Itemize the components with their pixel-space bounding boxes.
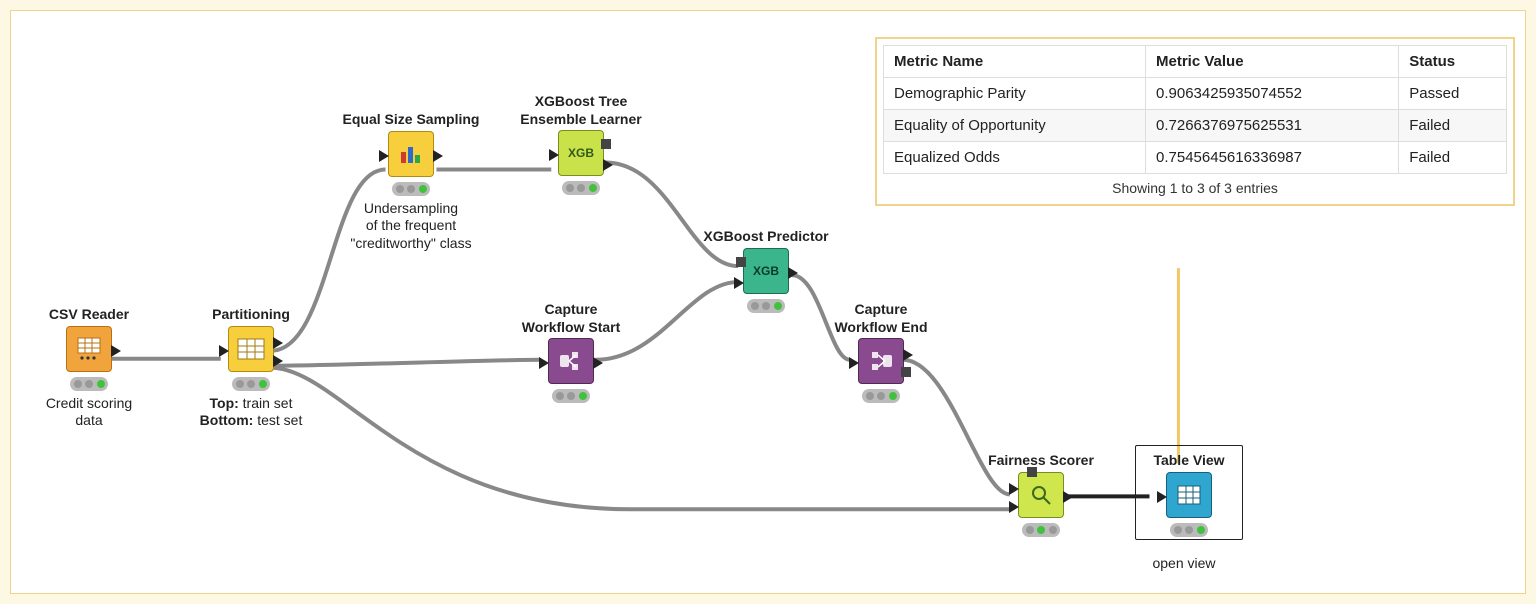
table-row: Equality of Opportunity0.726637697562553… [884, 110, 1507, 142]
table-view-icon [1166, 472, 1212, 518]
xgb-learner-icon: XGB [558, 130, 604, 176]
col-header: Metric Value [1146, 46, 1399, 78]
node-title: XGBoost TreeEnsemble Learner [501, 93, 661, 128]
status-lights [862, 389, 900, 403]
capture-end-icon [858, 338, 904, 384]
status-lights [747, 299, 785, 313]
node-title: Fairness Scorer [971, 452, 1111, 470]
node-partitioning[interactable]: Partitioning Top: train setBottom: test … [181, 306, 321, 430]
csv-reader-icon [66, 326, 112, 372]
partitioning-icon [228, 326, 274, 372]
node-title: Partitioning [181, 306, 321, 324]
col-header: Status [1399, 46, 1507, 78]
sampling-icon [388, 131, 434, 177]
results-popover: Metric Name Metric Value Status Demograp… [875, 37, 1515, 206]
table-row: Equalized Odds0.7545645616336987Failed [884, 142, 1507, 174]
node-subtitle: Undersamplingof the frequent"creditworth… [321, 200, 501, 253]
status-lights [70, 377, 108, 391]
results-table: Metric Name Metric Value Status Demograp… [883, 45, 1507, 174]
node-title: CSV Reader [29, 306, 149, 324]
node-table-view[interactable]: Table View [1144, 452, 1234, 537]
node-capture-end[interactable]: CaptureWorkflow End [811, 301, 951, 405]
capture-start-icon [548, 338, 594, 384]
fairness-scorer-icon [1018, 472, 1064, 518]
status-lights [1170, 523, 1208, 537]
node-subtitle: Top: train setBottom: test set [181, 395, 321, 430]
status-lights [392, 182, 430, 196]
xgb-predictor-icon: XGB [743, 248, 789, 294]
status-lights [232, 377, 270, 391]
node-title: Table View [1144, 452, 1234, 470]
node-xgboost-learner[interactable]: XGBoost TreeEnsemble Learner XGB [501, 93, 661, 197]
node-equal-size-sampling[interactable]: Equal Size Sampling Undersamplingof the … [321, 111, 501, 252]
results-footer: Showing 1 to 3 of 3 entries [883, 174, 1507, 198]
status-lights [1022, 523, 1060, 537]
node-subtitle: open view [1135, 555, 1233, 573]
table-row: Demographic Parity0.9063425935074552Pass… [884, 78, 1507, 110]
node-title: Equal Size Sampling [321, 111, 501, 129]
node-title: XGBoost Predictor [691, 228, 841, 246]
node-fairness-scorer[interactable]: Fairness Scorer [971, 452, 1111, 539]
col-header: Metric Name [884, 46, 1146, 78]
node-capture-start[interactable]: CaptureWorkflow Start [501, 301, 641, 405]
node-selection-box: Table View [1135, 445, 1243, 540]
status-lights [562, 181, 600, 195]
node-title: CaptureWorkflow Start [501, 301, 641, 336]
node-subtitle: Credit scoringdata [29, 395, 149, 430]
node-title: CaptureWorkflow End [811, 301, 951, 336]
status-lights [552, 389, 590, 403]
node-csv-reader[interactable]: CSV Reader Credit scoringdata [29, 306, 149, 430]
